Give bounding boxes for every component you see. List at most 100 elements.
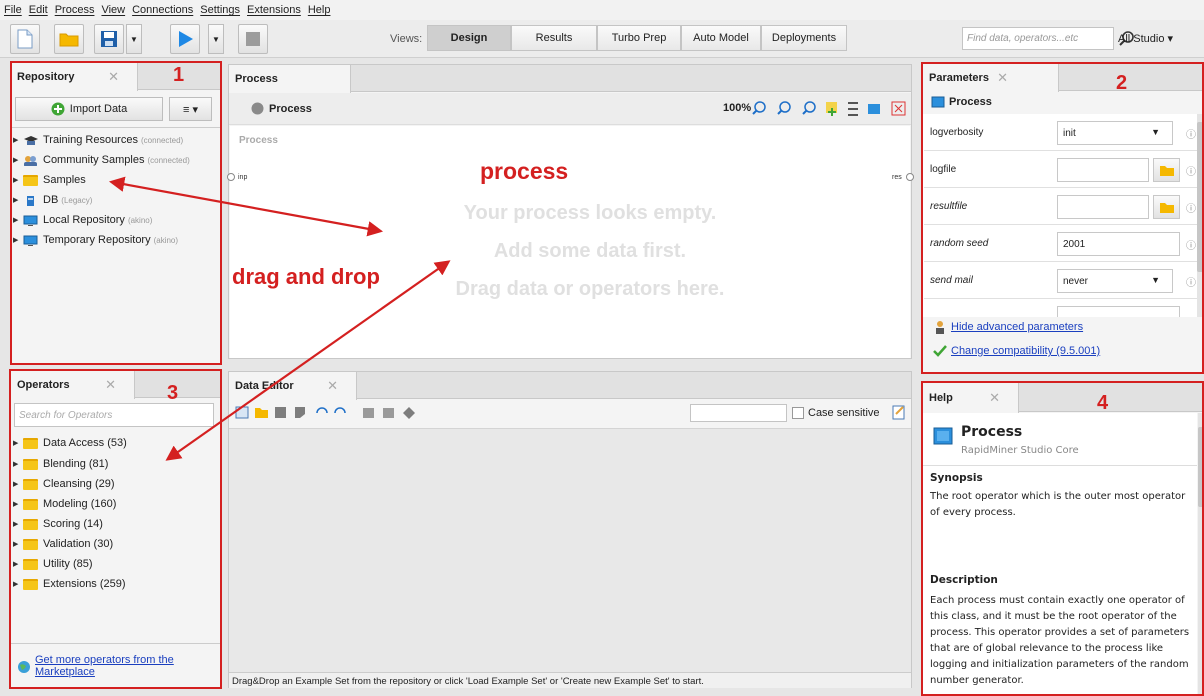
close-icon[interactable]: ✕ — [997, 70, 1008, 86]
repo-item-db[interactable]: ▶ DB (Legacy) — [13, 191, 92, 209]
operator-group-data-access[interactable]: ▶ Data Access (53) — [13, 434, 127, 452]
folder-icon — [23, 538, 38, 550]
tab-operators[interactable]: Operators ✕ — [11, 371, 135, 399]
expand-triangle-icon[interactable]: ▶ — [13, 580, 21, 588]
view-tab-auto-model[interactable]: Auto Model — [681, 25, 761, 51]
operator-group-modeling[interactable]: ▶ Modeling (160) — [13, 495, 116, 513]
operators-tab-strip: Operators ✕ — [11, 371, 220, 399]
repo-item-temporary-repository[interactable]: ▶ Temporary Repository (akino) — [13, 231, 178, 249]
operator-group-extensions[interactable]: ▶ Extensions (259) — [13, 575, 126, 593]
repo-item-label: DB — [43, 194, 59, 206]
expand-triangle-icon[interactable]: ▶ — [13, 540, 21, 548]
repo-item-local-repository[interactable]: ▶ Local Repository (akino) — [13, 211, 152, 229]
expand-triangle-icon[interactable]: ▶ — [13, 176, 21, 184]
logverbosity-select[interactable]: init ▼ — [1057, 121, 1173, 145]
view-tab-turbo-prep[interactable]: Turbo Prep — [597, 25, 681, 51]
repo-item-community-samples[interactable]: ▶ Community Samples (connected) — [13, 151, 190, 169]
operator-group-validation[interactable]: ▶ Validation (30) — [13, 535, 113, 553]
info-icon[interactable]: ⓘ — [1186, 237, 1196, 252]
random-seed-input[interactable]: 2001 — [1057, 232, 1180, 256]
change-compatibility-link[interactable]: Change compatibility (9.5.001) — [933, 345, 1100, 357]
menu-process[interactable]: Process — [55, 4, 95, 16]
tab-help[interactable]: Help ✕ — [923, 383, 1019, 413]
logfile-input[interactable] — [1057, 158, 1149, 182]
help-description-line: number generator. — [930, 675, 1024, 686]
expand-triangle-icon[interactable]: ▶ — [13, 136, 21, 144]
info-icon[interactable]: ⓘ — [1186, 274, 1196, 289]
tab-data-editor[interactable]: Data Editor ✕ — [229, 372, 357, 400]
partial-param-field[interactable] — [1057, 306, 1180, 317]
close-icon[interactable]: ✕ — [108, 69, 119, 85]
case-sensitive-checkbox[interactable] — [792, 407, 804, 419]
input-port[interactable] — [227, 173, 235, 181]
save-process-button[interactable] — [94, 24, 124, 54]
run-process-button[interactable] — [170, 24, 200, 54]
expand-triangle-icon[interactable]: ▶ — [13, 460, 21, 468]
menu-edit[interactable]: Edit — [29, 4, 48, 16]
run-options-dropdown[interactable]: ▼ — [208, 24, 224, 54]
view-tab-results[interactable]: Results — [511, 25, 597, 51]
help-scrollbar[interactable] — [1198, 413, 1204, 696]
edit-note-icon[interactable] — [892, 404, 906, 420]
parameters-scrollbar[interactable] — [1197, 114, 1203, 317]
output-port[interactable] — [906, 173, 914, 181]
operator-group-blending[interactable]: ▶ Blending (81) — [13, 455, 108, 473]
global-search-input[interactable]: Find data, operators...etc — [962, 27, 1114, 50]
repository-menu-button[interactable]: ≡ ▾ — [169, 97, 212, 121]
change-compatibility-label: Change compatibility (9.5.001) — [951, 345, 1101, 357]
menu-connections[interactable]: Connections — [132, 4, 193, 16]
info-icon[interactable]: ⓘ — [1186, 126, 1196, 141]
repo-item-training-resources[interactable]: ▶ Training Resources (connected) — [13, 131, 183, 149]
menu-help[interactable]: Help — [308, 4, 331, 16]
menu-settings[interactable]: Settings — [200, 4, 240, 16]
expand-triangle-icon[interactable]: ▶ — [13, 500, 21, 508]
open-process-button[interactable] — [54, 24, 84, 54]
tab-process[interactable]: Process — [229, 65, 351, 93]
repo-item-samples[interactable]: ▶ Samples — [13, 171, 86, 189]
chevron-down-icon: ▼ — [130, 34, 138, 44]
expand-triangle-icon[interactable]: ▶ — [13, 560, 21, 568]
expand-triangle-icon[interactable]: ▶ — [13, 216, 21, 224]
stop-process-button[interactable] — [238, 24, 268, 54]
tab-process-label: Process — [235, 73, 278, 85]
marketplace-link[interactable]: Get more operators from the Marketplace — [17, 654, 174, 678]
save-options-dropdown[interactable]: ▼ — [126, 24, 142, 54]
operator-group-cleansing[interactable]: ▶ Cleansing (29) — [13, 475, 115, 493]
close-icon[interactable]: ✕ — [105, 377, 116, 393]
info-icon[interactable]: ⓘ — [1186, 163, 1196, 178]
send-mail-select[interactable]: never ▼ — [1057, 269, 1173, 293]
new-process-button[interactable] — [10, 24, 40, 54]
tab-repository[interactable]: Repository ✕ — [11, 63, 138, 91]
close-icon[interactable]: ✕ — [989, 390, 1000, 406]
data-editor-search-input[interactable] — [690, 404, 787, 422]
operator-group-utility[interactable]: ▶ Utility (85) — [13, 555, 93, 573]
menu-extensions[interactable]: Extensions — [247, 4, 301, 16]
browse-file-button[interactable] — [1153, 195, 1180, 219]
expand-triangle-icon[interactable]: ▶ — [13, 156, 21, 164]
data-editor-grid[interactable] — [229, 428, 911, 672]
import-data-button[interactable]: Import Data — [15, 97, 163, 121]
expand-triangle-icon[interactable]: ▶ — [13, 236, 21, 244]
view-tab-design[interactable]: Design — [427, 25, 511, 51]
info-icon[interactable]: ⓘ — [1186, 200, 1196, 215]
param-label: resultfile — [930, 201, 968, 212]
hide-advanced-link[interactable]: Hide advanced parameters — [933, 320, 1083, 334]
expand-triangle-icon[interactable]: ▶ — [13, 520, 21, 528]
resultfile-input[interactable] — [1057, 195, 1149, 219]
process-breadcrumb[interactable]: Process — [269, 103, 312, 115]
browse-file-button[interactable] — [1153, 158, 1180, 182]
close-icon[interactable]: ✕ — [327, 378, 338, 394]
operator-group-scoring[interactable]: ▶ Scoring (14) — [13, 515, 103, 533]
operator-search-input[interactable]: Search for Operators — [14, 403, 214, 427]
operator-group-label: Extensions (259) — [43, 578, 126, 590]
menu-file[interactable]: File — [4, 4, 22, 16]
expand-triangle-icon[interactable]: ▶ — [13, 480, 21, 488]
expand-triangle-icon[interactable]: ▶ — [13, 439, 21, 447]
view-tab-deployments[interactable]: Deployments — [761, 25, 847, 51]
menu-view[interactable]: View — [101, 4, 125, 16]
canvas-title: Process — [239, 135, 278, 146]
expand-triangle-icon[interactable]: ▶ — [13, 196, 21, 204]
process-canvas[interactable]: Process inp res Your process looks empty… — [227, 126, 914, 358]
tab-parameters[interactable]: Parameters ✕ — [923, 64, 1059, 92]
studio-scope-select[interactable]: All Studio ▾ — [1118, 32, 1173, 45]
